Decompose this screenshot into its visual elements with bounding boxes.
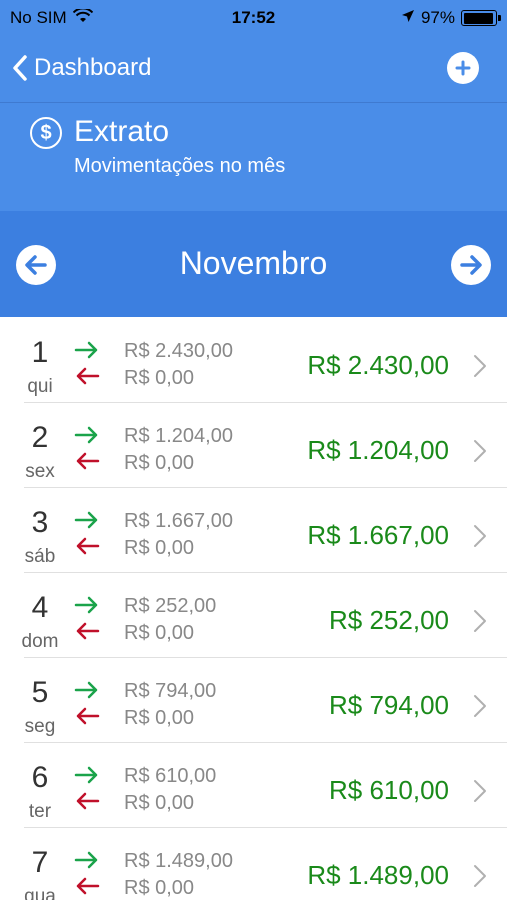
income-arrow-icon bbox=[74, 596, 98, 614]
income-value: R$ 1.489,00 bbox=[124, 850, 233, 872]
arrow-right-icon bbox=[460, 255, 482, 275]
day-balance: R$ 252,00 bbox=[329, 605, 449, 635]
income-value: R$ 610,00 bbox=[124, 765, 217, 787]
income-value: R$ 2.430,00 bbox=[124, 340, 233, 362]
day-number: 3 bbox=[31, 506, 49, 539]
title-area: $ Extrato Movimentações no mês bbox=[0, 103, 507, 211]
day-balance: R$ 1.204,00 bbox=[307, 435, 449, 465]
income-value: R$ 1.667,00 bbox=[124, 510, 233, 532]
navigation-bar: Dashboard bbox=[0, 34, 507, 102]
battery-icon bbox=[461, 10, 501, 26]
day-number: 1 bbox=[31, 336, 49, 369]
expense-value: R$ 0,00 bbox=[124, 452, 195, 474]
day-row[interactable]: 1 qui R$ 2.430,00 R$ 0,00 R$ 2.430,00 bbox=[0, 318, 507, 403]
day-row[interactable]: 3 sáb R$ 1.667,00 R$ 0,00 R$ 1.667,00 bbox=[0, 488, 507, 573]
next-month-button[interactable] bbox=[451, 245, 491, 285]
expense-value: R$ 0,00 bbox=[124, 792, 195, 814]
page-subtitle: Movimentações no mês bbox=[74, 155, 286, 177]
day-weekday: qui bbox=[27, 376, 53, 397]
battery-percent: 97% bbox=[420, 8, 455, 27]
income-value: R$ 252,00 bbox=[124, 595, 217, 617]
chevron-right-icon bbox=[474, 695, 486, 717]
day-weekday: qua bbox=[24, 886, 56, 900]
expense-value: R$ 0,00 bbox=[124, 877, 195, 899]
expense-value: R$ 0,00 bbox=[124, 622, 195, 644]
chevron-right-icon bbox=[474, 355, 486, 377]
expense-arrow-icon bbox=[76, 367, 100, 385]
chevron-right-icon bbox=[474, 865, 486, 887]
plus-icon bbox=[455, 60, 471, 76]
expense-value: R$ 0,00 bbox=[124, 707, 195, 729]
location-arrow-icon bbox=[401, 8, 415, 28]
expense-value: R$ 0,00 bbox=[124, 367, 195, 389]
expense-value: R$ 0,00 bbox=[124, 537, 195, 559]
page-title: Extrato bbox=[74, 115, 170, 148]
status-right: 97% bbox=[401, 8, 501, 28]
income-arrow-icon bbox=[74, 851, 98, 869]
chevron-right-icon bbox=[474, 610, 486, 632]
income-arrow-icon bbox=[74, 766, 98, 784]
back-button-label: Dashboard bbox=[34, 54, 152, 81]
day-weekday: ter bbox=[28, 801, 52, 822]
income-arrow-icon bbox=[74, 426, 98, 444]
day-weekday: dom bbox=[21, 631, 59, 652]
expense-arrow-icon bbox=[76, 622, 100, 640]
chevron-left-icon bbox=[13, 55, 27, 81]
day-row[interactable]: 2 sex R$ 1.204,00 R$ 0,00 R$ 1.204,00 bbox=[0, 403, 507, 488]
day-balance: R$ 2.430,00 bbox=[307, 350, 449, 380]
daily-statement-list: 1 qui R$ 2.430,00 R$ 0,00 R$ 2.430,00 2 … bbox=[0, 318, 507, 900]
day-weekday: sáb bbox=[24, 546, 56, 567]
day-weekday: sex bbox=[25, 461, 55, 482]
battery-fill bbox=[463, 12, 493, 24]
day-number: 5 bbox=[31, 676, 49, 709]
expense-arrow-icon bbox=[76, 707, 100, 725]
expense-arrow-icon bbox=[76, 452, 100, 470]
chevron-right-icon bbox=[474, 525, 486, 547]
income-value: R$ 794,00 bbox=[124, 680, 217, 702]
expense-arrow-icon bbox=[76, 877, 100, 895]
chevron-right-icon bbox=[474, 440, 486, 462]
current-month: Novembro bbox=[179, 245, 328, 281]
day-row[interactable]: 7 qua R$ 1.489,00 R$ 0,00 R$ 1.489,00 bbox=[0, 828, 507, 900]
day-number: 6 bbox=[31, 761, 49, 794]
dollar-circle-icon: $ bbox=[30, 117, 62, 149]
day-balance: R$ 610,00 bbox=[329, 775, 449, 805]
day-row[interactable]: 6 ter R$ 610,00 R$ 0,00 R$ 610,00 bbox=[0, 743, 507, 828]
day-balance: R$ 1.489,00 bbox=[307, 860, 449, 890]
income-arrow-icon bbox=[74, 681, 98, 699]
day-number: 4 bbox=[31, 591, 49, 624]
chevron-right-icon bbox=[474, 780, 486, 802]
day-balance: R$ 1.667,00 bbox=[307, 520, 449, 550]
add-button[interactable] bbox=[447, 52, 479, 84]
income-value: R$ 1.204,00 bbox=[124, 425, 233, 447]
income-arrow-icon bbox=[74, 341, 98, 359]
day-number: 7 bbox=[31, 846, 49, 879]
day-row[interactable]: 4 dom R$ 252,00 R$ 0,00 R$ 252,00 bbox=[0, 573, 507, 658]
status-bar: No SIM 17:52 97% bbox=[0, 0, 507, 34]
expense-arrow-icon bbox=[76, 537, 100, 555]
income-arrow-icon bbox=[74, 511, 98, 529]
day-balance: R$ 794,00 bbox=[329, 690, 449, 720]
month-selector: Novembro bbox=[0, 211, 507, 317]
back-button[interactable]: Dashboard bbox=[12, 48, 151, 88]
day-number: 2 bbox=[31, 421, 49, 454]
day-row[interactable]: 5 seg R$ 794,00 R$ 0,00 R$ 794,00 bbox=[0, 658, 507, 743]
day-weekday: seg bbox=[24, 716, 56, 737]
expense-arrow-icon bbox=[76, 792, 100, 810]
